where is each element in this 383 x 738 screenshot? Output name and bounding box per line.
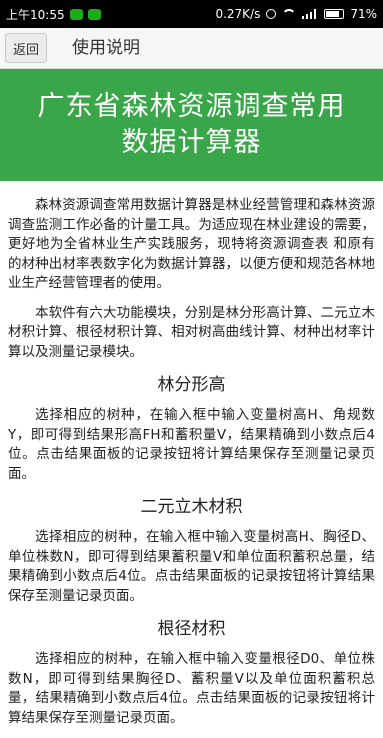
- section-title-root-diameter-volume: 根径材积: [157, 619, 226, 639]
- battery-percent: 71%: [350, 7, 377, 21]
- section-text-stand-form-height: 选择相应的树种，在输入框中输入变量树高H、角规数Y，即可得到结果形高FH和蓄积量…: [8, 407, 375, 482]
- title-banner: 广东省森林资源调查常用 数据计算器: [0, 69, 383, 181]
- battery-icon: [324, 9, 345, 19]
- section-text-binary-volume: 选择相应的树种，在输入框中输入变量树高H、胸径D、单位株数N，即可得到结果蓄积量…: [8, 529, 375, 604]
- banner-title-line1: 广东省森林资源调查常用: [37, 91, 346, 122]
- wifi-icon: [282, 9, 297, 19]
- wechat-notification-icon: [69, 8, 83, 20]
- app-bar: 返回 使用说明: [0, 28, 383, 69]
- section-title-stand-form-height: 林分形高: [157, 375, 226, 395]
- alarm-icon: [266, 9, 277, 19]
- banner-title-line2: 数据计算器: [121, 127, 262, 158]
- page-title: 使用说明: [72, 38, 140, 58]
- section-title-binary-volume: 二元立木材积: [140, 497, 243, 517]
- network-speed: 0.27K/s: [215, 7, 261, 21]
- section-text-root-diameter-volume: 选择相应的树种，在输入框中输入变量根径D0、单位株数N，即可得到结果胸径D、蓄积…: [8, 651, 375, 726]
- status-bar-right: 0.27K/s 71%: [215, 0, 377, 28]
- back-button[interactable]: 返回: [5, 33, 47, 63]
- intro-paragraph: 森林资源调查常用数据计算器是林业经营管理和森林资源调查监测工作必备的计量工具。为…: [8, 197, 375, 291]
- signal-icon: [302, 9, 318, 19]
- instructions-content: 森林资源调查常用数据计算器是林业经营管理和森林资源调查监测工作必备的计量工具。为…: [8, 196, 375, 738]
- modules-paragraph: 本软件有六大功能模块，分别是林分形高计算、二元立木材积计算、根径材积计算、相对树…: [8, 304, 375, 360]
- clock-time: 上午10:55: [6, 7, 65, 22]
- status-bar-left: 上午10:55: [6, 0, 101, 28]
- status-bar: 上午10:55 0.27K/s 71%: [0, 0, 383, 28]
- wechat-notification-icon-2: [87, 8, 101, 20]
